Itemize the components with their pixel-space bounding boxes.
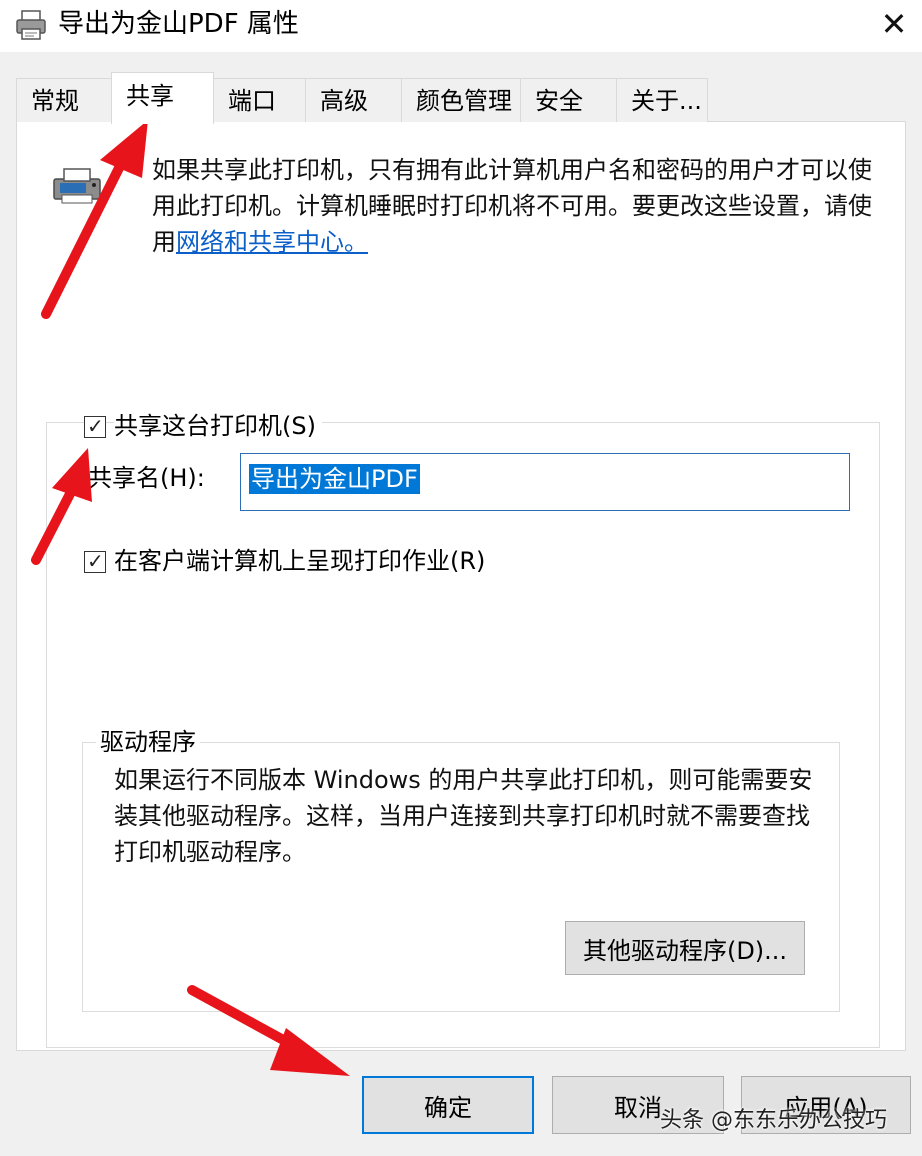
drivers-description: 如果运行不同版本 Windows 的用户共享此打印机，则可能需要安装其他驱动程序…: [114, 766, 813, 866]
watermark: 头条 @东东乐办公技巧: [660, 1108, 887, 1133]
tab-security[interactable]: 安全: [520, 78, 617, 122]
tab-sharing[interactable]: 共享: [111, 72, 214, 124]
checkmark-icon: ✓: [87, 549, 104, 573]
printer-icon: [16, 10, 46, 40]
drivers-group-title: 驱动程序: [96, 727, 200, 757]
tab-about[interactable]: 关于...: [616, 78, 708, 122]
tab-advanced[interactable]: 高级: [305, 78, 402, 122]
render-on-client-checkbox[interactable]: ✓: [84, 549, 106, 573]
close-button[interactable]: ✕: [866, 0, 922, 48]
sharing-info: 如果共享此打印机，只有拥有此计算机用户名和密码的用户才可以使用此打印机。计算机睡…: [152, 152, 892, 260]
share-name-value: 导出为金山PDF: [249, 464, 420, 494]
checkmark-icon: ✓: [87, 414, 104, 438]
title-bar: 导出为金山PDF 属性 ✕: [0, 0, 922, 52]
render-on-client-label[interactable]: 在客户端计算机上呈现打印作业(R): [114, 546, 492, 576]
network-sharing-center-link[interactable]: 网络和共享中心。: [176, 228, 368, 256]
printer-properties-dialog: 导出为金山PDF 属性 ✕ 常规 共享 端口 高级 颜色管理 安全 关于... …: [0, 0, 922, 1156]
tab-ports[interactable]: 端口: [213, 78, 306, 122]
tab-general[interactable]: 常规: [16, 78, 112, 122]
share-name-input[interactable]: 导出为金山PDF: [240, 453, 850, 511]
share-printer-label[interactable]: 共享这台打印机(S): [114, 411, 322, 441]
printer-icon: [53, 168, 101, 204]
tab-color-management[interactable]: 颜色管理: [401, 78, 521, 122]
close-icon: ✕: [880, 5, 908, 43]
window-title: 导出为金山PDF 属性: [58, 9, 299, 39]
additional-drivers-button[interactable]: 其他驱动程序(D)...: [565, 921, 805, 975]
ok-button[interactable]: 确定: [362, 1076, 534, 1134]
share-name-label: 共享名(H):: [88, 464, 205, 492]
share-printer-checkbox[interactable]: ✓: [84, 414, 106, 438]
